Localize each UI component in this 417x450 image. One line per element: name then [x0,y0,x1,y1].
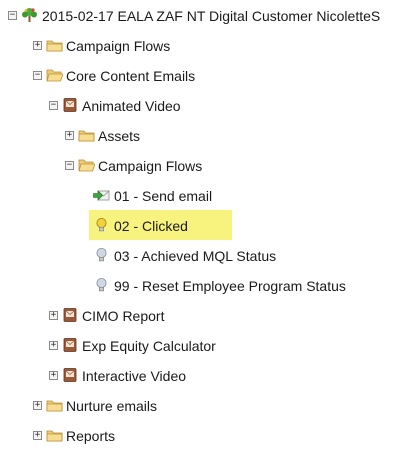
tree-item-program[interactable]: − 2015-02-17 EALA ZAF NT Digital Custome… [0,0,417,30]
collapse-toggle[interactable]: − [33,71,42,80]
program-tree-icon [22,8,37,22]
expand-toggle[interactable]: + [33,41,42,50]
tree-item-core-content-emails[interactable]: − Core Content Emails [0,60,417,90]
tree-item-label: 99 - Reset Employee Program Status [114,278,346,294]
tree-item-assets[interactable]: + Assets [0,120,417,150]
expand-toggle[interactable]: + [49,341,58,350]
expand-toggle[interactable]: + [33,401,42,410]
tree-item-reports[interactable]: + Reports [0,420,417,450]
tree-item-label: Assets [98,128,141,144]
tree-item-cimo-report[interactable]: + CIMO Report [0,300,417,330]
tree-item-animated-video[interactable]: − Animated Video [0,90,417,120]
lightbulb-icon [96,248,107,262]
expand-toggle[interactable]: + [65,131,74,140]
tree-item-label: Campaign Flows [98,158,203,174]
send-email-icon [93,190,110,201]
tree-item-flow-clicked[interactable]: 02 - Clicked [0,210,417,240]
folder-open-icon [78,159,95,172]
tree-item-campaign-flows[interactable]: + Campaign Flows [0,30,417,60]
email-program-icon [63,308,77,322]
collapse-toggle[interactable]: − [49,101,58,110]
tree-item-label: Campaign Flows [66,38,171,54]
folder-icon [46,400,63,412]
lightbulb-active-icon [96,218,107,232]
tree-item-label: Interactive Video [82,368,187,384]
tree-item-label: 01 - Send email [114,188,213,204]
expand-toggle[interactable]: + [49,371,58,380]
folder-icon [46,430,63,442]
folder-icon [46,40,63,52]
tree-panel: { "tree": { "program": "2015-02-17 EALA … [0,0,417,448]
tree-item-flow-achieved-mql[interactable]: 03 - Achieved MQL Status [0,240,417,270]
expand-toggle[interactable]: + [33,431,42,440]
tree-item-label: Animated Video [82,98,181,114]
tree-item-exp-equity-calculator[interactable]: + Exp Equity Calculator [0,330,417,360]
email-program-icon [63,338,77,352]
tree-item-flow-reset-status[interactable]: 99 - Reset Employee Program Status [0,270,417,300]
expand-toggle[interactable]: + [49,311,58,320]
lightbulb-icon [96,278,107,292]
tree-item-label: Exp Equity Calculator [82,338,216,354]
tree-item-label: CIMO Report [82,308,165,324]
collapse-toggle[interactable]: − [8,11,17,20]
tree-item-nurture-emails[interactable]: + Nurture emails [0,390,417,420]
tree-item-flow-send-email[interactable]: 01 - Send email [0,180,417,210]
tree-item-label: Reports [66,428,116,444]
tree-item-label: 02 - Clicked [114,218,188,234]
tree-item-label: Nurture emails [66,398,158,414]
email-program-icon [63,98,77,112]
folder-icon [78,130,95,142]
tree-item-label: 03 - Achieved MQL Status [114,248,277,264]
collapse-toggle[interactable]: − [65,161,74,170]
email-program-icon [63,368,77,382]
tree-item-interactive-video[interactable]: + Interactive Video [0,360,417,390]
tree-item-label: Core Content Emails [66,68,196,84]
folder-open-icon [46,69,63,82]
tree-item-campaign-flows-inner[interactable]: − Campaign Flows [0,150,417,180]
tree-item-label: 2015-02-17 EALA ZAF NT Digital Customer … [42,8,381,24]
